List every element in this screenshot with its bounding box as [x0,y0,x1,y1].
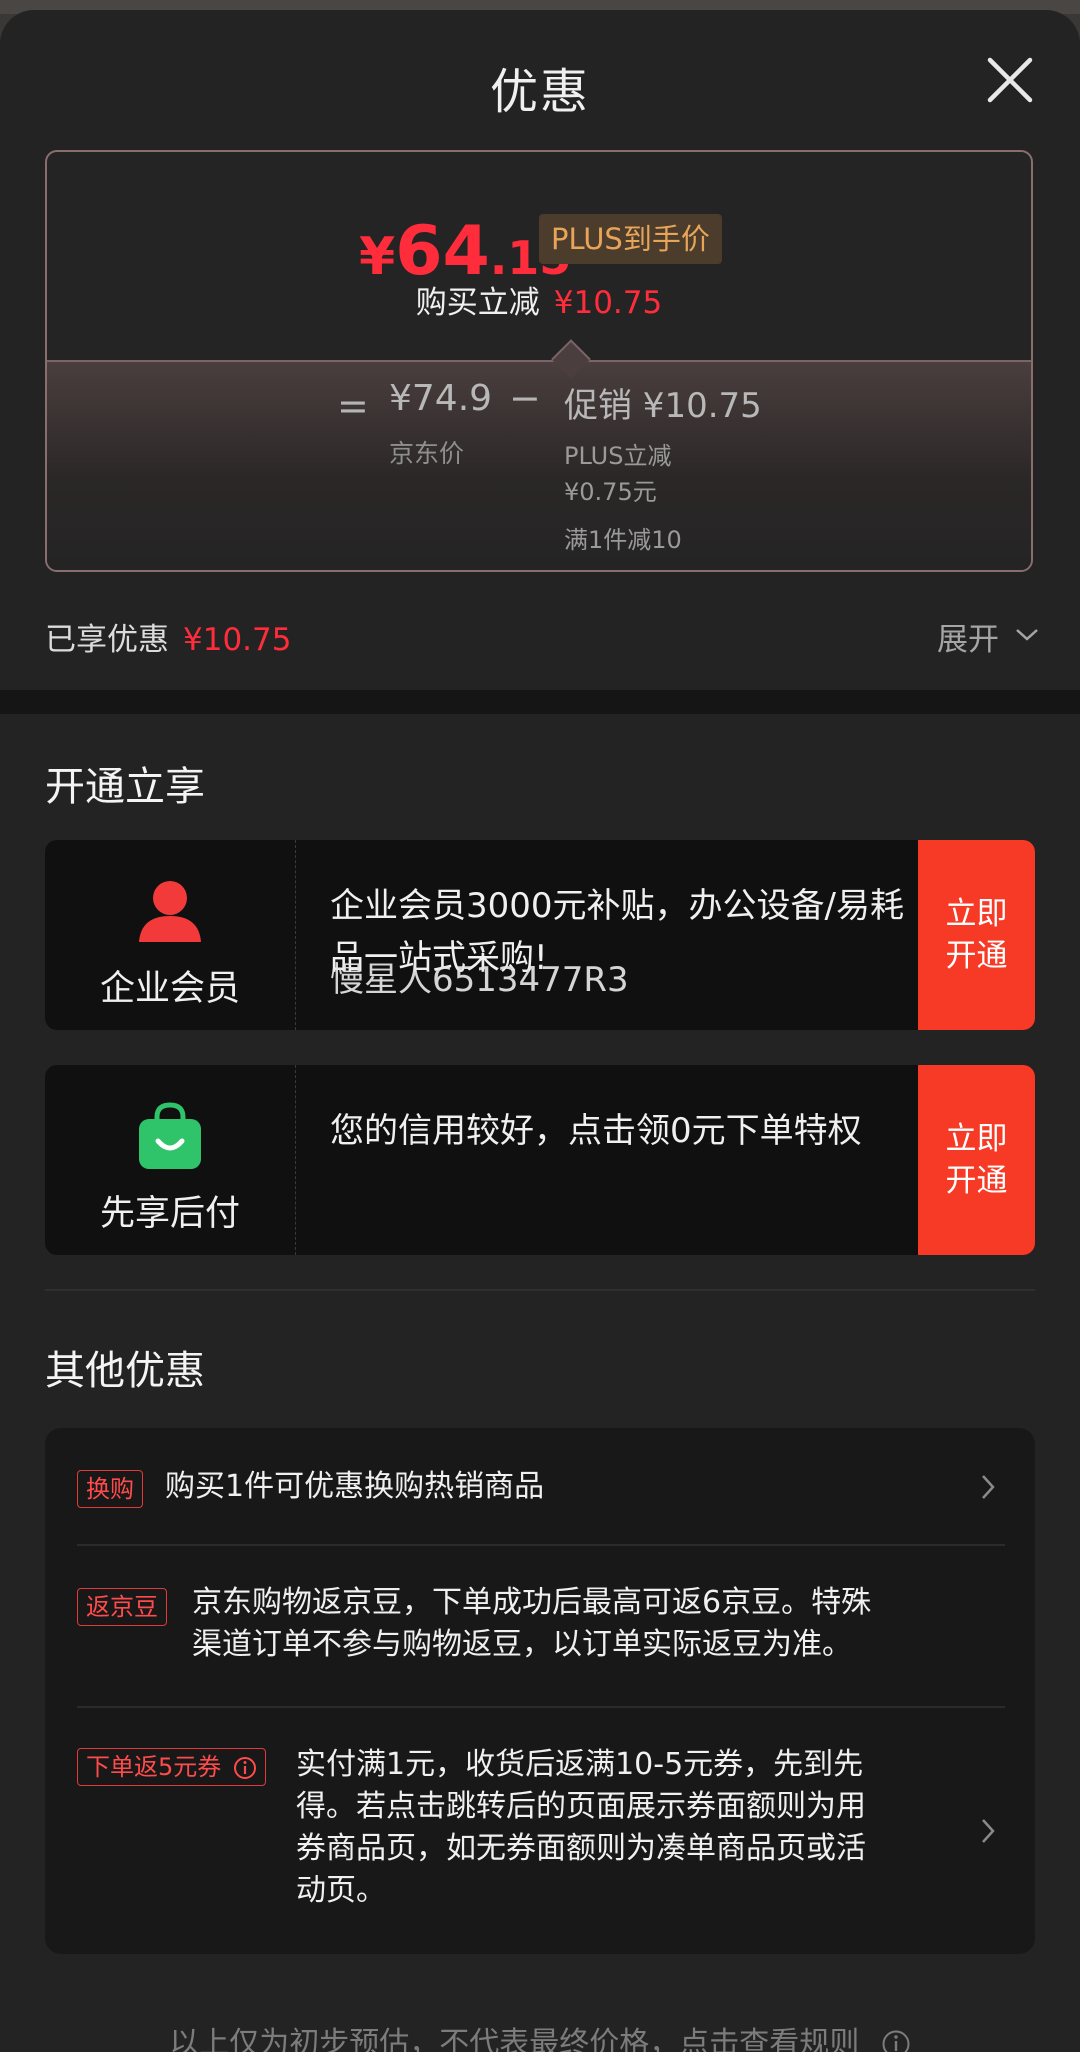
chevron-down-icon [1016,629,1038,641]
pricing-rules-footer[interactable]: 以上仅为初步预估，不代表最终价格，点击查看规则 [0,2018,1080,2052]
jd-price-label: 京东价 [389,439,465,468]
promo-plus-label: PLUS立减 [564,442,672,470]
button-label-line2: 开通 [945,938,1008,974]
divider [45,1289,1035,1291]
other-offers-list: 换购 购买1件可优惠换购热销商品 返京豆 京东购物返京豆，下单成功后最高可返6京… [45,1428,1035,1954]
price-breakdown-card: ¥64.15 PLUS到手价 购买立减 ¥10.75 = ¥74.9 京东价 − … [45,150,1033,572]
enjoyed-discount: 已享优惠 ¥10.75 [45,614,291,659]
pay-later-badge: 先享后付 [45,1065,296,1255]
row-divider [77,1544,1005,1546]
exchange-tag: 换购 [77,1470,143,1508]
instant-discount-value: ¥10.75 [553,285,663,321]
price-summary: ¥64.15 PLUS到手价 购买立减 ¥10.75 [47,152,1031,360]
pay-later-description: 您的信用较好，点击领0元下单特权 [330,1111,862,1151]
page-title: 优惠 [489,64,590,120]
minus-sign: − [509,376,541,420]
info-icon [882,2030,910,2052]
info-icon[interactable] [233,1756,257,1780]
coupon-text-line2: 得。若点击跳转后的页面展示券面额则为用 [296,1789,866,1824]
open-pay-later-button[interactable]: 立即 开通 [918,1065,1035,1255]
coupon-tag: 下单返5元券 [77,1748,266,1786]
exchange-text: 购买1件可优惠换购热销商品 [165,1469,545,1504]
enjoyed-discount-value: ¥10.75 [183,622,292,658]
section-divider [0,690,1080,714]
row-divider [77,1706,1005,1708]
person-icon [139,881,201,942]
button-label-line1: 立即 [945,896,1008,932]
enterprise-member-badge: 企业会员 [45,840,296,1030]
coupon-tag-label: 下单返5元券 [86,1753,222,1781]
expand-label: 展开 [937,622,999,658]
beans-text-line2: 渠道订单不参与购物返豆，以订单实际返豆为准。 [192,1627,852,1662]
enterprise-member-name: 企业会员 [99,969,240,1009]
footer-text: 以上仅为初步预估，不代表最终价格，点击查看规则 [169,2026,860,2052]
pay-later-card[interactable]: 先享后付 您的信用较好，点击领0元下单特权 立即 开通 [45,1065,1035,1255]
open-section-title: 开通立享 [45,764,205,810]
button-label-line1: 立即 [945,1121,1008,1157]
button-label-line2: 开通 [945,1163,1008,1199]
beans-tag: 返京豆 [77,1588,167,1626]
coupon-text-line3: 券商品页，如无券面额则为凑单商品页或活 [296,1831,866,1866]
expand-toggle[interactable]: 展开 [937,614,1038,659]
instant-discount-label: 购买立减 [415,285,540,321]
plus-price-badge: PLUS到手价 [539,214,722,264]
coupon-text-line4: 动页。 [296,1873,386,1908]
promo-total: 促销 ¥10.75 [564,386,762,426]
jd-price-value: ¥74.9 [389,378,493,419]
instant-discount: 购买立减 ¥10.75 [47,277,1031,322]
chevron-right-icon [982,1819,995,1843]
offers-sheet: 优惠 ¥64.15 PLUS到手价 购买立减 ¥10.75 = ¥74.9 京东价… [0,10,1080,2052]
beans-text-line1: 京东购物返京豆，下单成功后最高可返6京豆。特殊 [192,1585,872,1620]
open-enterprise-button[interactable]: 立即 开通 [918,840,1035,1030]
equals-sign: = [337,384,369,428]
other-section-title: 其他优惠 [45,1348,205,1394]
shopping-bag-icon [139,1102,201,1169]
coupon-text-line1: 实付满1元，收货后返满10-5元券，先到先 [296,1747,864,1782]
chevron-right-icon [982,1475,995,1499]
pay-later-name: 先享后付 [99,1194,240,1234]
promo-plus-value: ¥0.75元 [564,478,657,506]
enjoyed-discount-label: 已享优惠 [45,622,169,658]
watermark-text: 慢星人6513477R3 [330,960,629,1000]
close-icon[interactable] [980,50,1040,110]
enterprise-member-card[interactable]: 企业会员 企业会员3000元补贴，办公设备/易耗品一站式采购! 慢星人65134… [45,840,1035,1030]
promo-full-reduction: 满1件减10 [564,526,682,554]
